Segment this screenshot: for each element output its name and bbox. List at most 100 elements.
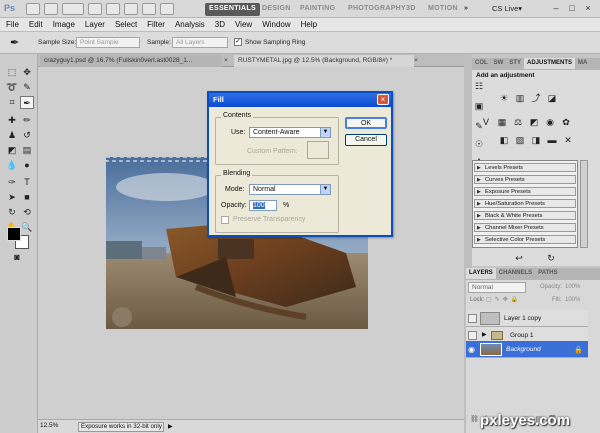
foreground-color-swatch[interactable]	[7, 227, 21, 241]
path-selection-icon[interactable]: ➤	[5, 191, 19, 204]
menu-filter[interactable]: Filter	[147, 20, 165, 29]
tab-crazyguy[interactable]: crazyguy1.psd @ 16.7% (Fullskin0verl.ast…	[40, 55, 222, 67]
sample-select[interactable]: All Layers	[172, 37, 228, 48]
presets-scrollbar[interactable]	[580, 160, 588, 248]
minimize-button[interactable]: –	[550, 3, 562, 14]
curves-icon[interactable]: ⤴	[529, 92, 543, 104]
dialog-title[interactable]: Fill	[209, 93, 391, 107]
visibility-toggle-icon[interactable]	[468, 331, 477, 340]
color-balance-icon[interactable]: ⚖	[511, 116, 525, 128]
3d-orbit-icon[interactable]: ⟲	[20, 206, 34, 219]
close-tab-crazyguy-icon[interactable]: ×	[224, 55, 232, 67]
tab-channels[interactable]: CHANNELS	[496, 268, 535, 279]
lock-icons[interactable]: ▢✎✥🔒	[486, 296, 526, 304]
zoom-readout[interactable]: 12.5%	[40, 422, 58, 429]
exposure-icon[interactable]: ◪	[545, 92, 559, 104]
arrange-documents-icon[interactable]	[142, 3, 156, 15]
menu-select[interactable]: Select	[115, 20, 137, 29]
menu-window[interactable]: Window	[262, 20, 290, 29]
menu-view[interactable]: View	[235, 20, 252, 29]
history-brush-icon[interactable]: ↺	[20, 129, 34, 142]
lasso-tool-icon[interactable]: ➰	[5, 81, 19, 94]
quick-selection-tool-icon[interactable]: ✎	[20, 81, 34, 94]
hand-tool-icon[interactable]	[88, 3, 102, 15]
eyedropper-icon[interactable]: ✒	[10, 36, 19, 49]
workspace-painting[interactable]: PAINTING	[296, 3, 339, 16]
close-button[interactable]: ×	[582, 3, 594, 14]
move-tool-icon[interactable]: ✥	[20, 66, 34, 79]
invert-icon[interactable]: ◧	[497, 134, 511, 146]
show-sampling-ring-checkbox[interactable]: ✓	[234, 38, 242, 46]
preset-levels[interactable]: Levels Presets	[474, 163, 576, 172]
blur-tool-icon[interactable]: 💧	[5, 159, 19, 172]
threshold-icon[interactable]: ◨	[529, 134, 543, 146]
visibility-toggle-icon[interactable]	[468, 314, 477, 323]
zoom-tool-icon[interactable]: 🔍	[20, 221, 34, 234]
maximize-button[interactable]: □	[566, 3, 578, 14]
preset-selective-color[interactable]: Selective Color Presets	[474, 235, 576, 244]
brightness-contrast-icon[interactable]: ☀	[497, 92, 511, 104]
crop-tool-icon[interactable]: ⌗	[5, 96, 19, 109]
workspace-motion[interactable]: MOTION	[424, 3, 462, 16]
levels-icon[interactable]: ▥	[513, 92, 527, 104]
gradient-tool-icon[interactable]: ▤	[20, 144, 34, 157]
marquee-tool-icon[interactable]: ⬚	[5, 66, 19, 79]
close-tab-rustymetal-icon[interactable]: ×	[414, 55, 422, 67]
sample-size-select[interactable]: Point Sample	[76, 37, 140, 48]
layer-row-background[interactable]: ◉ Background 🔒	[466, 341, 588, 358]
mode-select[interactable]: Normal ▼	[249, 184, 331, 195]
tab-styles[interactable]: STY	[506, 58, 524, 69]
panel-strip-actions-icon[interactable]: ▣	[472, 100, 486, 112]
preset-exposure[interactable]: Exposure Presets	[474, 187, 576, 196]
workspace-photography[interactable]: PHOTOGRAPHY	[344, 3, 410, 16]
layer-blend-mode-select[interactable]: Normal	[468, 282, 526, 293]
tab-layers[interactable]: LAYERS	[466, 268, 496, 279]
adjustment-return-icon[interactable]: ↩	[512, 252, 526, 264]
cancel-button[interactable]: Cancel	[345, 134, 387, 146]
eyedropper-tool-icon[interactable]: ✒	[20, 96, 34, 109]
dialog-close-button[interactable]: ×	[377, 94, 389, 105]
preset-curves[interactable]: Curves Presets	[474, 175, 576, 184]
menu-analysis[interactable]: Analysis	[175, 20, 205, 29]
panel-strip-brush-icon[interactable]: ✎	[472, 120, 486, 132]
fill-value[interactable]: 100%	[565, 297, 580, 303]
tab-swatches[interactable]: SW	[491, 58, 507, 69]
layer-opacity-value[interactable]: 100%	[565, 284, 580, 290]
bridge-icon[interactable]	[26, 3, 40, 15]
selective-color-icon[interactable]: ✕	[561, 134, 575, 146]
status-menu-arrow-icon[interactable]: ▶	[168, 423, 173, 430]
tab-paths[interactable]: PATHS	[535, 268, 560, 279]
workspace-3d[interactable]: 3D	[402, 3, 420, 16]
menu-3d[interactable]: 3D	[215, 20, 225, 29]
workspace-essentials[interactable]: ESSENTIALS	[205, 3, 260, 16]
brush-tool-icon[interactable]: ✏	[20, 114, 34, 127]
screen-mode-icon[interactable]	[160, 3, 174, 15]
adjustment-reset-icon[interactable]: ↻	[544, 252, 558, 264]
panel-strip-clone-icon[interactable]: ☉	[472, 138, 486, 150]
gradient-map-icon[interactable]: ▬	[545, 134, 559, 146]
tab-color[interactable]: COL	[472, 58, 491, 69]
pen-tool-icon[interactable]: ✑	[5, 176, 19, 189]
hue-saturation-icon[interactable]: ▦	[495, 116, 509, 128]
healing-brush-icon[interactable]: ✚	[5, 114, 19, 127]
preset-black-white[interactable]: Black & White Presets	[474, 211, 576, 220]
channel-mixer-icon[interactable]: ✿	[559, 116, 573, 128]
tab-adjustments[interactable]: ADJUSTMENTS	[524, 58, 576, 69]
dodge-tool-icon[interactable]: ●	[20, 159, 34, 172]
opacity-input[interactable]: 100	[249, 200, 277, 211]
preset-hue-saturation[interactable]: Hue/Saturation Presets	[474, 199, 576, 208]
workspace-design[interactable]: DESIGN	[258, 3, 295, 16]
posterize-icon[interactable]: ▧	[513, 134, 527, 146]
clone-stamp-icon[interactable]: ♟	[5, 129, 19, 142]
layer-row-layer1copy[interactable]: Layer 1 copy	[466, 310, 588, 327]
tab-masks[interactable]: MA	[575, 58, 590, 69]
use-select[interactable]: Content-Aware ▼	[249, 127, 331, 138]
cs-live-button[interactable]: CS Live▾	[492, 4, 522, 13]
menu-file[interactable]: File	[6, 20, 19, 29]
preset-channel-mixer[interactable]: Channel Mixer Presets	[474, 223, 576, 232]
ok-button[interactable]: OK	[345, 117, 387, 129]
expand-group-icon[interactable]: ▶	[482, 331, 487, 338]
quick-mask-icon[interactable]: ◙	[10, 251, 24, 264]
shape-tool-icon[interactable]: ■	[20, 191, 34, 204]
eraser-tool-icon[interactable]: ◩	[5, 144, 19, 157]
